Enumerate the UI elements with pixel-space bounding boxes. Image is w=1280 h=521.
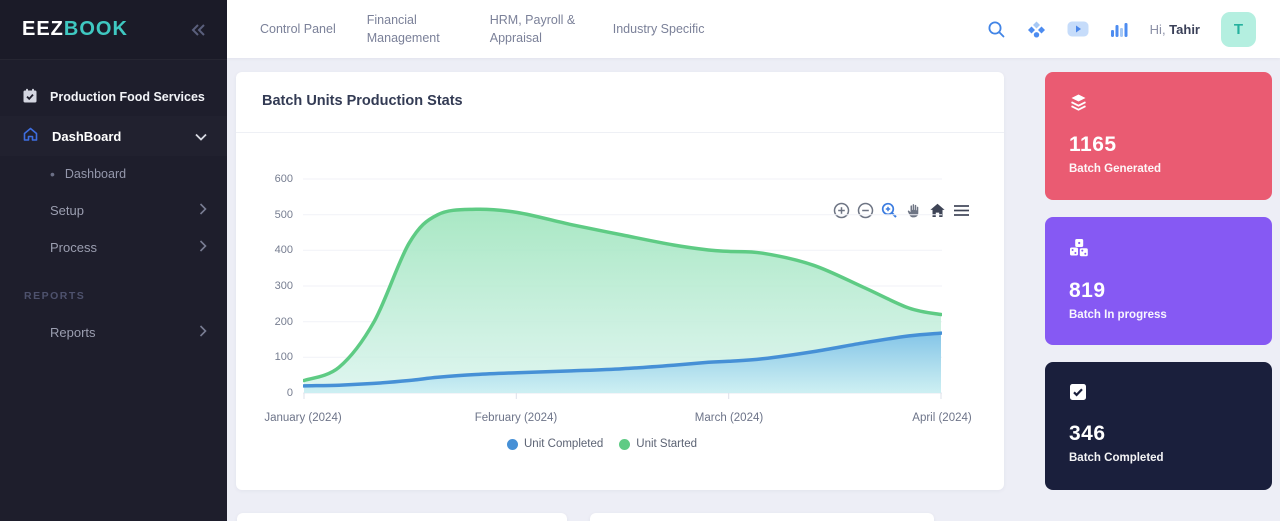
sidebar-item-setup[interactable]: Setup	[0, 192, 227, 229]
bullet-icon: •	[50, 166, 55, 182]
x-tick-label: February (2024)	[475, 412, 557, 424]
chevron-right-icon	[199, 240, 207, 255]
sidebar-item-process[interactable]: Process	[0, 229, 227, 266]
user-name: Tahir	[1169, 22, 1200, 37]
chart-area: 0100200300400500600 January (2024)Februa…	[236, 175, 1004, 450]
nav-control-panel[interactable]: Control Panel	[260, 20, 336, 38]
sidebar-item-production-food-services[interactable]: Production Food Services	[0, 80, 227, 114]
topbar-right: Hi, Tahir T	[987, 12, 1256, 47]
apps-grid-icon[interactable]	[1027, 20, 1046, 39]
sidebar-item-label: Dashboard	[65, 167, 126, 181]
video-tutorial-icon[interactable]	[1067, 21, 1089, 37]
sidebar-item-dashboard-sub[interactable]: • Dashboard	[0, 156, 227, 192]
nav-hrm-payroll-appraisal[interactable]: HRM, Payroll & Appraisal	[490, 11, 582, 47]
stat-value: 819	[1069, 279, 1248, 303]
chart-card-header: Batch Units Production Stats	[236, 72, 1004, 133]
sidebar: EEZBOOK Production Food Services DashBoa…	[0, 0, 227, 521]
nav-financial-management[interactable]: Financial Management	[367, 11, 459, 47]
y-tick-label: 100	[275, 351, 293, 363]
y-tick-label: 500	[275, 209, 293, 221]
sidebar-item-label: Reports	[50, 325, 199, 340]
chart-title: Batch Units Production Stats	[262, 93, 978, 109]
logo-part2: BOOK	[64, 18, 128, 40]
sidebar-item-label: Production Food Services	[50, 90, 205, 104]
y-tick-label: 400	[275, 244, 293, 256]
chevron-right-icon	[199, 203, 207, 218]
stat-label: Batch In progress	[1069, 309, 1248, 321]
bottom-card-right[interactable]	[590, 513, 934, 521]
stat-label: Batch Generated	[1069, 163, 1248, 175]
plot-area[interactable]	[303, 175, 942, 412]
legend-label: Unit Completed	[524, 438, 603, 450]
sidebar-item-dashboard-parent[interactable]: DashBoard	[0, 116, 227, 156]
avatar[interactable]: T	[1221, 12, 1256, 47]
stat-value: 1165	[1069, 133, 1248, 157]
chart-card: Batch Units Production Stats	[236, 72, 1004, 490]
chart-legend: Unit Completed Unit Started	[262, 438, 942, 450]
y-tick-label: 600	[275, 173, 293, 185]
app-root: EEZBOOK Production Food Services DashBoa…	[0, 0, 1280, 521]
x-tick-label: March (2024)	[695, 412, 763, 424]
calendar-check-icon	[22, 88, 38, 107]
chevron-down-icon	[195, 129, 207, 144]
bottom-card-left[interactable]	[237, 513, 567, 521]
bar-chart-icon[interactable]	[1110, 21, 1129, 38]
y-tick-label: 200	[275, 316, 293, 328]
stat-cards-column: 1165 Batch Generated 819 Batch In progre…	[1045, 72, 1272, 490]
legend-label: Unit Started	[636, 438, 697, 450]
sidebar-section-reports: REPORTS	[0, 290, 227, 302]
sidebar-item-reports[interactable]: Reports	[0, 314, 227, 351]
legend-dot-icon	[507, 439, 518, 450]
search-icon[interactable]	[987, 20, 1006, 39]
x-axis-labels: January (2024)February (2024)March (2024…	[303, 412, 942, 430]
dice-icon	[1069, 245, 1089, 262]
logo-row: EEZBOOK	[0, 0, 227, 60]
stat-card-batch-completed[interactable]: 346 Batch Completed	[1045, 362, 1272, 490]
layers-icon	[1069, 99, 1088, 116]
app-logo: EEZBOOK	[22, 18, 128, 41]
stat-card-batch-generated[interactable]: 1165 Batch Generated	[1045, 72, 1272, 200]
y-tick-label: 300	[275, 280, 293, 292]
check-square-icon	[1069, 388, 1087, 405]
sidebar-item-label: Process	[50, 240, 199, 255]
stat-value: 346	[1069, 422, 1248, 446]
y-axis-labels: 0 100 200 300 400 500 600	[262, 175, 303, 412]
sidebar-item-label: DashBoard	[52, 129, 182, 144]
logo-part1: EEZ	[22, 18, 64, 40]
topbar: Control Panel Financial Management HRM, …	[227, 0, 1280, 58]
nav-industry-specific[interactable]: Industry Specific	[613, 20, 705, 38]
bottom-cards-row	[236, 513, 1272, 521]
legend-item[interactable]: Unit Completed	[507, 438, 603, 450]
legend-dot-icon	[619, 439, 630, 450]
content: Batch Units Production Stats	[227, 58, 1280, 521]
y-tick-label: 0	[287, 387, 293, 399]
sidebar-item-label: Setup	[50, 203, 199, 218]
greeting-text: Hi, Tahir	[1150, 22, 1200, 37]
sidebar-collapse-icon[interactable]	[191, 23, 207, 37]
x-tick-label: January (2024)	[264, 412, 341, 424]
area-chart[interactable]	[303, 175, 942, 407]
main-area: Control Panel Financial Management HRM, …	[227, 0, 1280, 521]
home-icon	[22, 126, 39, 146]
legend-item[interactable]: Unit Started	[619, 438, 697, 450]
stat-card-batch-in-progress[interactable]: 819 Batch In progress	[1045, 217, 1272, 345]
menu-icon[interactable]	[953, 203, 970, 218]
top-nav: Control Panel Financial Management HRM, …	[260, 11, 704, 47]
chevron-right-icon	[199, 325, 207, 340]
x-tick-label: April (2024)	[912, 412, 971, 424]
stat-label: Batch Completed	[1069, 452, 1248, 464]
